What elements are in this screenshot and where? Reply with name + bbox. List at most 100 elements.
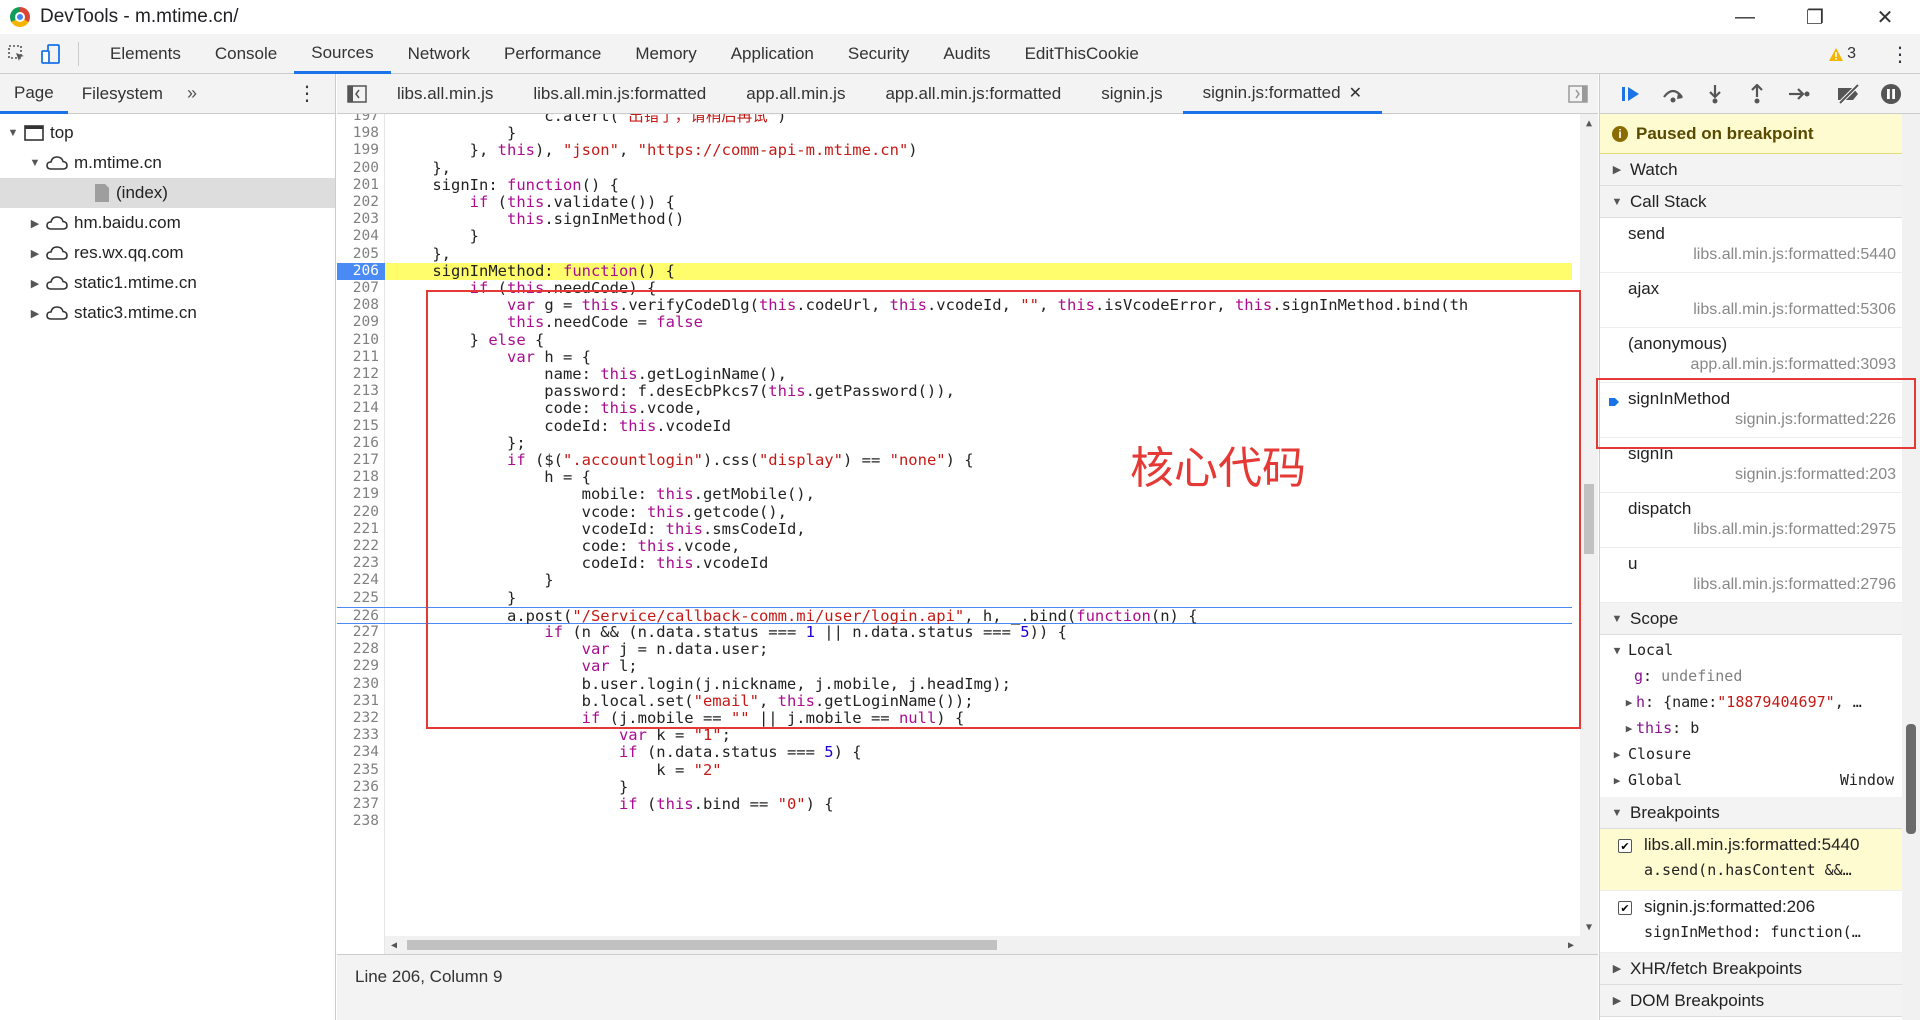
close-tab-icon[interactable]: ✕ bbox=[1349, 85, 1362, 102]
code-line[interactable]: 214 code: this.vcode, bbox=[337, 400, 1572, 417]
line-number[interactable]: 222 bbox=[337, 538, 385, 555]
section-call-stack[interactable]: ▼ Call Stack bbox=[1600, 186, 1920, 218]
step-into-icon[interactable] bbox=[1694, 74, 1736, 114]
scope-local[interactable]: ▼ Local bbox=[1600, 637, 1920, 663]
code-line[interactable]: 222 code: this.vcode, bbox=[337, 537, 1572, 555]
code-line[interactable]: 224 } bbox=[337, 572, 1572, 589]
line-number[interactable]: 200 bbox=[337, 160, 385, 177]
section-xhr-breakpoints[interactable]: ▶ XHR/fetch Breakpoints bbox=[1600, 953, 1920, 985]
deactivate-breakpoints-icon[interactable] bbox=[1828, 74, 1870, 114]
step-over-icon[interactable] bbox=[1652, 74, 1694, 114]
line-number[interactable]: 234 bbox=[337, 744, 385, 761]
code-line[interactable]: 229 var l; bbox=[337, 658, 1572, 675]
tab-audits[interactable]: Audits bbox=[926, 34, 1007, 74]
code-line[interactable]: 199 }, this), "json", "https://comm-api-… bbox=[337, 142, 1572, 159]
code-line[interactable]: 234 if (n.data.status === 5) { bbox=[337, 744, 1572, 761]
code-line[interactable]: 202 if (this.validate()) { bbox=[337, 193, 1572, 211]
code-line[interactable]: 203 this.signInMethod() bbox=[337, 210, 1572, 228]
code-line[interactable]: 218 h = { bbox=[337, 468, 1572, 486]
line-number[interactable]: 236 bbox=[337, 779, 385, 796]
vertical-scrollbar[interactable]: ▲ ▼ bbox=[1580, 114, 1598, 954]
code-line[interactable]: 221 vcodeId: this.smsCodeId, bbox=[337, 520, 1572, 538]
triangle-right-icon[interactable]: ▶ bbox=[28, 246, 42, 260]
line-number[interactable]: 233 bbox=[337, 727, 385, 744]
triangle-down-icon[interactable]: ▼ bbox=[28, 156, 42, 170]
tree-item-static3-mtime-cn[interactable]: ▶ static3.mtime.cn bbox=[0, 298, 335, 328]
line-number[interactable]: 235 bbox=[337, 762, 385, 779]
line-number[interactable]: 229 bbox=[337, 658, 385, 675]
line-number[interactable]: 230 bbox=[337, 676, 385, 693]
horizontal-scroll-thumb[interactable] bbox=[407, 940, 997, 950]
triangle-right-icon[interactable]: ▶ bbox=[28, 276, 42, 290]
line-number[interactable]: 208 bbox=[337, 297, 385, 314]
code-line[interactable]: 201 signIn: function() { bbox=[337, 176, 1572, 194]
file-tab-libs-all-min-js-formatted[interactable]: libs.all.min.js:formatted bbox=[513, 74, 726, 114]
line-number[interactable]: 232 bbox=[337, 710, 385, 727]
code-line[interactable]: 208 var g = this.verifyCodeDlg(this.code… bbox=[337, 296, 1572, 314]
file-tab-signin-js-formatted[interactable]: signin.js:formatted ✕ bbox=[1182, 74, 1382, 114]
line-number[interactable]: 211 bbox=[337, 349, 385, 366]
section-breakpoints[interactable]: ▼ Breakpoints bbox=[1600, 797, 1920, 829]
line-number[interactable]: 205 bbox=[337, 246, 385, 263]
line-number[interactable]: 201 bbox=[337, 177, 385, 194]
vertical-scroll-thumb[interactable] bbox=[1584, 484, 1594, 554]
tab-security[interactable]: Security bbox=[831, 34, 926, 74]
call-frame-u[interactable]: u libs.all.min.js:formatted:2796 bbox=[1600, 548, 1920, 603]
line-number[interactable]: 198 bbox=[337, 125, 385, 142]
tab-sources[interactable]: Sources bbox=[294, 34, 391, 74]
line-number[interactable]: 215 bbox=[337, 418, 385, 435]
line-number[interactable]: 204 bbox=[337, 228, 385, 245]
code-line[interactable]: 233 var k = "1"; bbox=[337, 726, 1572, 744]
code-line[interactable]: 238 bbox=[337, 813, 1572, 830]
code-line-breakpoint[interactable]: 206 signInMethod: function() { bbox=[337, 262, 1572, 280]
file-tab-signin-js[interactable]: signin.js bbox=[1081, 74, 1182, 114]
line-number[interactable]: 218 bbox=[337, 469, 385, 486]
more-tabs-icon[interactable]: » bbox=[177, 83, 207, 104]
code-line[interactable]: 198 } bbox=[337, 124, 1572, 142]
section-dom-breakpoints[interactable]: ▶ DOM Breakpoints bbox=[1600, 985, 1920, 1017]
code-view[interactable]: ▲ ▼ ◀ ▶ 197 c.alert("出错了，请稍后再试") 198 } 199… bbox=[337, 114, 1598, 954]
line-number[interactable]: 203 bbox=[337, 211, 385, 228]
scope-global[interactable]: ▶ Global Window bbox=[1600, 767, 1920, 793]
line-number[interactable]: 209 bbox=[337, 314, 385, 331]
line-number[interactable]: 226 bbox=[337, 608, 385, 624]
line-number[interactable]: 197 bbox=[337, 114, 385, 125]
triangle-right-icon[interactable]: ▶ bbox=[28, 216, 42, 230]
tab-console[interactable]: Console bbox=[198, 34, 294, 74]
call-frame-anonymous[interactable]: (anonymous) app.all.min.js:formatted:3093 bbox=[1600, 328, 1920, 383]
line-number[interactable]: 216 bbox=[337, 435, 385, 452]
horizontal-scrollbar[interactable]: ◀ ▶ bbox=[385, 936, 1580, 954]
tab-application[interactable]: Application bbox=[714, 34, 831, 74]
tab-editthiscookie[interactable]: EditThisCookie bbox=[1008, 34, 1156, 74]
code-line[interactable]: 211 var h = { bbox=[337, 348, 1572, 366]
line-number[interactable]: 210 bbox=[337, 332, 385, 349]
code-line[interactable]: 225 } bbox=[337, 589, 1572, 607]
code-line[interactable]: 200 }, bbox=[337, 159, 1572, 177]
maximize-button[interactable]: ❐ bbox=[1780, 0, 1850, 34]
scroll-left-icon[interactable]: ◀ bbox=[385, 936, 403, 954]
code-line[interactable]: 231 b.local.set("email", this.getLoginNa… bbox=[337, 692, 1572, 710]
warnings-counter[interactable]: 3 bbox=[1828, 34, 1856, 74]
resume-icon[interactable] bbox=[1610, 74, 1652, 114]
scroll-right-icon[interactable]: ▶ bbox=[1562, 936, 1580, 954]
section-watch[interactable]: ▶ Watch bbox=[1600, 154, 1920, 186]
code-line[interactable]: 205 }, bbox=[337, 245, 1572, 263]
line-number[interactable]: 202 bbox=[337, 194, 385, 211]
tab-filesystem[interactable]: Filesystem bbox=[68, 74, 177, 114]
toggle-debugger-icon[interactable] bbox=[1568, 74, 1588, 114]
scope-var-h[interactable]: ▶ h: {name: "18879404697", … bbox=[1600, 689, 1920, 715]
tab-memory[interactable]: Memory bbox=[618, 34, 713, 74]
scroll-down-icon[interactable]: ▼ bbox=[1580, 918, 1598, 936]
tree-item-static1-mtime-cn[interactable]: ▶ static1.mtime.cn bbox=[0, 268, 335, 298]
code-line[interactable]: 227 if (n && (n.data.status === 1 || n.d… bbox=[337, 623, 1572, 641]
tree-item-hm-baidu-com[interactable]: ▶ hm.baidu.com bbox=[0, 208, 335, 238]
scope-closure[interactable]: ▶ Closure bbox=[1600, 741, 1920, 767]
step-out-icon[interactable] bbox=[1736, 74, 1778, 114]
code-line[interactable]: 226 a.post("/Service/callback-comm.mi/us… bbox=[337, 606, 1572, 625]
line-number[interactable]: 228 bbox=[337, 641, 385, 658]
line-number[interactable]: 207 bbox=[337, 280, 385, 297]
tree-item-top[interactable]: ▼ top bbox=[0, 118, 335, 148]
code-line[interactable]: 212 name: this.getLoginName(), bbox=[337, 365, 1572, 383]
code-line[interactable]: 216 }; bbox=[337, 434, 1572, 452]
code-line[interactable]: 235 k = "2" bbox=[337, 761, 1572, 779]
